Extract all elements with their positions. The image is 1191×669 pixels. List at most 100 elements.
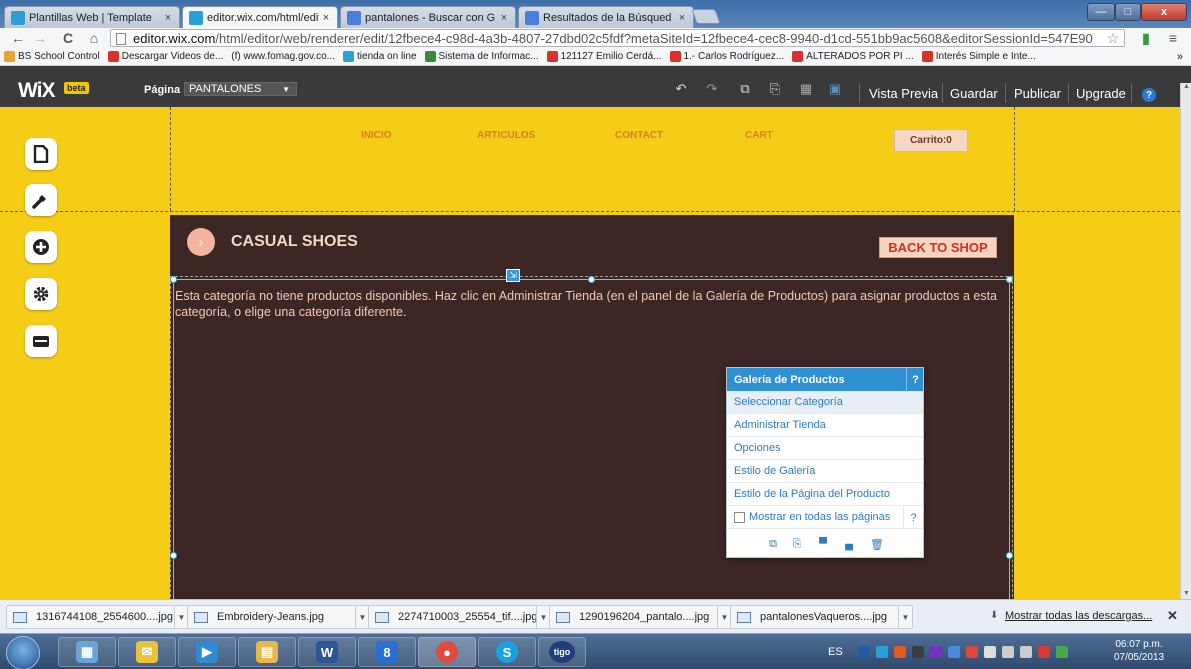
start-button[interactable] — [6, 636, 40, 669]
tab-search-results[interactable]: Resultados de la Búsqued × — [518, 6, 694, 28]
download-item[interactable]: 2274710003_25554_tif....jpg ▼ — [368, 605, 551, 629]
resize-handle[interactable] — [1006, 276, 1013, 283]
tab-wix-editor[interactable]: editor.wix.com/html/edito × — [182, 6, 338, 28]
page-select[interactable]: PANTALONES ▼ — [184, 82, 297, 96]
maximize-button[interactable]: □ — [1115, 3, 1141, 21]
tray-icon[interactable] — [893, 646, 906, 658]
manage-store-item[interactable]: Administrar Tienda — [727, 414, 923, 437]
send-backward-icon[interactable]: ▄ — [843, 538, 855, 550]
tab-close-icon[interactable]: × — [161, 12, 175, 24]
tab-google-search[interactable]: pantalones - Buscar con G × — [340, 6, 516, 28]
taskbar-app-media-player[interactable]: ▶ — [178, 637, 236, 667]
language-indicator[interactable]: ES — [828, 646, 843, 658]
close-downloads-icon[interactable]: ✕ — [1167, 608, 1178, 624]
resize-handle[interactable] — [1006, 552, 1013, 559]
resize-handle[interactable] — [170, 276, 177, 283]
tray-icon[interactable] — [875, 646, 888, 658]
pages-button[interactable] — [25, 138, 57, 170]
scroll-down-icon[interactable]: ▼ — [1183, 590, 1190, 597]
design-button[interactable] — [25, 184, 57, 216]
bookmark-item[interactable]: 1.- Carlos Rodríguez... — [669, 51, 784, 62]
store-button[interactable] — [25, 325, 57, 357]
resize-handle[interactable] — [588, 276, 595, 283]
paste-icon[interactable]: ⎘ — [791, 538, 803, 550]
settings-button[interactable] — [25, 278, 57, 310]
network-icon[interactable] — [1001, 646, 1014, 658]
forward-arrow-icon[interactable]: → — [30, 28, 50, 48]
taskbar-app-google[interactable]: 8 — [358, 637, 416, 667]
arrow-right-icon[interactable]: › — [187, 228, 215, 256]
tab-close-icon[interactable]: × — [497, 12, 511, 24]
taskbar-app-calculator[interactable]: ▦ — [58, 637, 116, 667]
address-bar-input[interactable]: editor.wix.com/html/editor/web/renderer/… — [110, 29, 1125, 47]
tab-plantillas-web[interactable]: Plantillas Web | Template × — [4, 6, 180, 28]
tray-icon[interactable] — [965, 646, 978, 658]
duplicate-icon[interactable]: ⧉ — [767, 538, 779, 550]
taskbar-app-skype[interactable]: S — [478, 637, 536, 667]
trash-icon[interactable]: 🗑 — [870, 538, 884, 551]
minimize-button[interactable]: — — [1087, 3, 1115, 21]
tray-icon[interactable] — [911, 646, 924, 658]
undo-icon[interactable]: ↶ — [674, 81, 688, 96]
show-all-downloads-link[interactable]: Mostrar todas las descargas... — [1005, 610, 1152, 622]
menu-icon[interactable]: ≡ — [1160, 28, 1186, 48]
show-all-pages-checkbox[interactable] — [734, 511, 745, 523]
home-icon[interactable]: ⌂ — [84, 28, 104, 48]
onenote-icon[interactable] — [929, 646, 942, 658]
paste-icon[interactable]: ⎘ — [768, 81, 782, 96]
grid-icon[interactable]: ▦ — [799, 81, 813, 96]
resize-handle[interactable] — [170, 552, 177, 559]
chevron-down-icon[interactable]: ▼ — [174, 606, 188, 628]
menu-item-inicio[interactable]: INICIO — [361, 130, 392, 141]
product-page-style-item[interactable]: Estilo de la Página del Producto — [727, 483, 923, 506]
bookmark-item[interactable]: BS School Control — [4, 51, 100, 62]
options-item[interactable]: Opciones — [727, 437, 923, 460]
save-button[interactable]: Guardar — [950, 79, 998, 107]
taskbar-app-mail[interactable]: ✉ — [118, 637, 176, 667]
bookmark-star-icon[interactable]: ☆ — [1104, 28, 1122, 48]
back-to-shop-button[interactable]: BACK TO SHOP — [879, 237, 997, 258]
download-item[interactable]: 1290196204_pantalo....jpg ▼ — [549, 605, 732, 629]
preview-button[interactable]: Vista Previa — [869, 79, 938, 107]
tray-icon[interactable] — [857, 646, 870, 658]
publish-button[interactable]: Publicar — [1014, 79, 1061, 107]
page-scrollbar[interactable]: ▲ ▼ — [1180, 83, 1191, 599]
tray-icon[interactable] — [1037, 646, 1050, 658]
snap-icon[interactable]: ▣ — [828, 81, 842, 96]
system-clock[interactable]: 06:07 p.m. 07/05/2013 — [1108, 638, 1170, 664]
download-item[interactable]: 1316744108_2554600....jpg ▼ — [6, 605, 189, 629]
tray-icon[interactable] — [1055, 646, 1068, 658]
tab-close-icon[interactable]: × — [319, 12, 333, 24]
chevron-down-icon[interactable]: ▼ — [717, 606, 731, 628]
chevron-down-icon[interactable]: ▼ — [536, 606, 550, 628]
bookmark-item[interactable]: (f) www.fomag.gov.co... — [231, 51, 335, 62]
volume-icon[interactable] — [1019, 646, 1032, 658]
download-item[interactable]: Embroidery-Jeans.jpg ▼ — [187, 605, 370, 629]
menu-item-contact[interactable]: CONTACT — [615, 130, 663, 141]
upgrade-button[interactable]: Upgrade — [1076, 79, 1126, 107]
scroll-up-icon[interactable]: ▲ — [1183, 83, 1190, 90]
chevron-down-icon[interactable]: ▼ — [355, 606, 369, 628]
bookmark-item[interactable]: tienda on line — [343, 51, 417, 62]
gallery-style-item[interactable]: Estilo de Galería — [727, 460, 923, 483]
tray-icon[interactable] — [983, 646, 996, 658]
copy-icon[interactable]: ⧉ — [738, 81, 752, 96]
bookmarks-more-button[interactable]: » — [1177, 51, 1183, 63]
taskbar-app-explorer[interactable]: ▤ — [238, 637, 296, 667]
redo-icon[interactable]: ↷ — [705, 81, 719, 96]
close-window-button[interactable]: x — [1141, 3, 1187, 21]
reload-icon[interactable]: C — [58, 28, 78, 48]
taskbar-app-chrome[interactable]: ● — [418, 637, 476, 667]
help-icon[interactable]: ? — [1142, 88, 1156, 102]
bookmark-item[interactable]: Sistema de Informac... — [424, 51, 539, 62]
back-arrow-icon[interactable]: ← — [8, 28, 28, 48]
add-button[interactable] — [25, 231, 57, 263]
select-category-item[interactable]: Seleccionar Categoría — [727, 391, 923, 414]
taskbar-app-word[interactable]: W — [298, 637, 356, 667]
tray-icon[interactable] — [947, 646, 960, 658]
chevron-down-icon[interactable]: ▼ — [898, 606, 912, 628]
checkbox-help-icon[interactable]: ? — [903, 506, 923, 529]
bookmark-item[interactable]: ALTERADOS POR PI ... — [792, 51, 914, 62]
download-item[interactable]: pantalonesVaqueros....jpg ▼ — [730, 605, 913, 629]
bookmark-item[interactable]: Interés Simple e Inte... — [921, 51, 1036, 62]
